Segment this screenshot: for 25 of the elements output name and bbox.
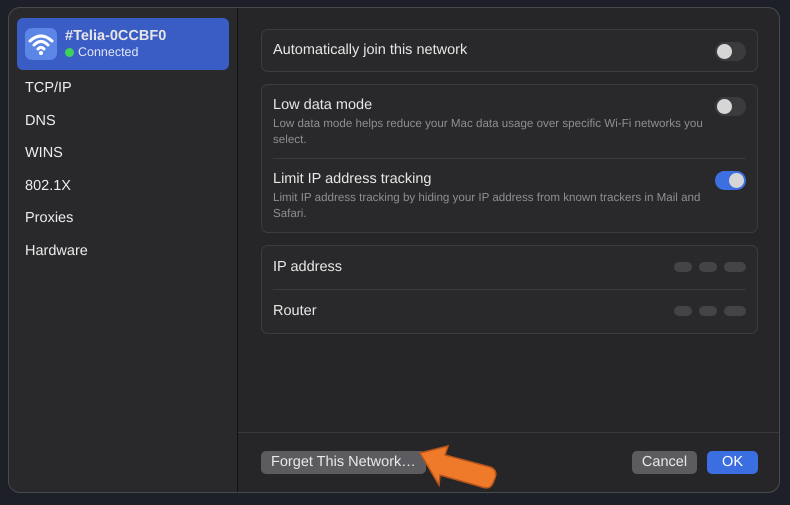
sidebar-item[interactable]: TCP/IP [17, 72, 229, 104]
wifi-icon [25, 28, 57, 60]
sidebar-item[interactable]: 802.1X [17, 170, 229, 202]
redacted-value [674, 262, 746, 272]
status-label: Connected [78, 45, 138, 60]
ok-button[interactable]: OK [707, 451, 758, 474]
setting-description: Low data mode helps reduce your Mac data usage over specific Wi-Fi networks you select. [273, 116, 704, 148]
network-item[interactable]: #Telia-0CCBF0 Connected [17, 18, 229, 70]
cancel-button[interactable]: Cancel [632, 451, 698, 474]
network-name: #Telia-0CCBF0 [65, 28, 166, 45]
sidebar-item[interactable]: Hardware [17, 234, 229, 267]
info-label: IP address [273, 258, 342, 277]
toggle-switch[interactable] [715, 171, 746, 190]
setting-label: Automatically join this network [273, 41, 468, 60]
setting-label: Low data mode [273, 96, 374, 115]
toggle-switch[interactable] [715, 97, 746, 116]
info-label: Router [273, 302, 317, 321]
forget-network-button[interactable]: Forget This Network… [261, 451, 426, 474]
setting-description: Limit IP address tracking by hiding your IP address from known trackers in Mail and Safari. [273, 190, 702, 222]
redacted-value [674, 306, 746, 316]
setting-label: Limit IP address tracking [273, 170, 432, 189]
toggle-switch[interactable] [715, 42, 746, 61]
sidebar-item[interactable]: DNS [17, 104, 229, 137]
sidebar-item[interactable]: Proxies [17, 202, 229, 234]
sidebar-item[interactable]: WINS [17, 137, 229, 170]
